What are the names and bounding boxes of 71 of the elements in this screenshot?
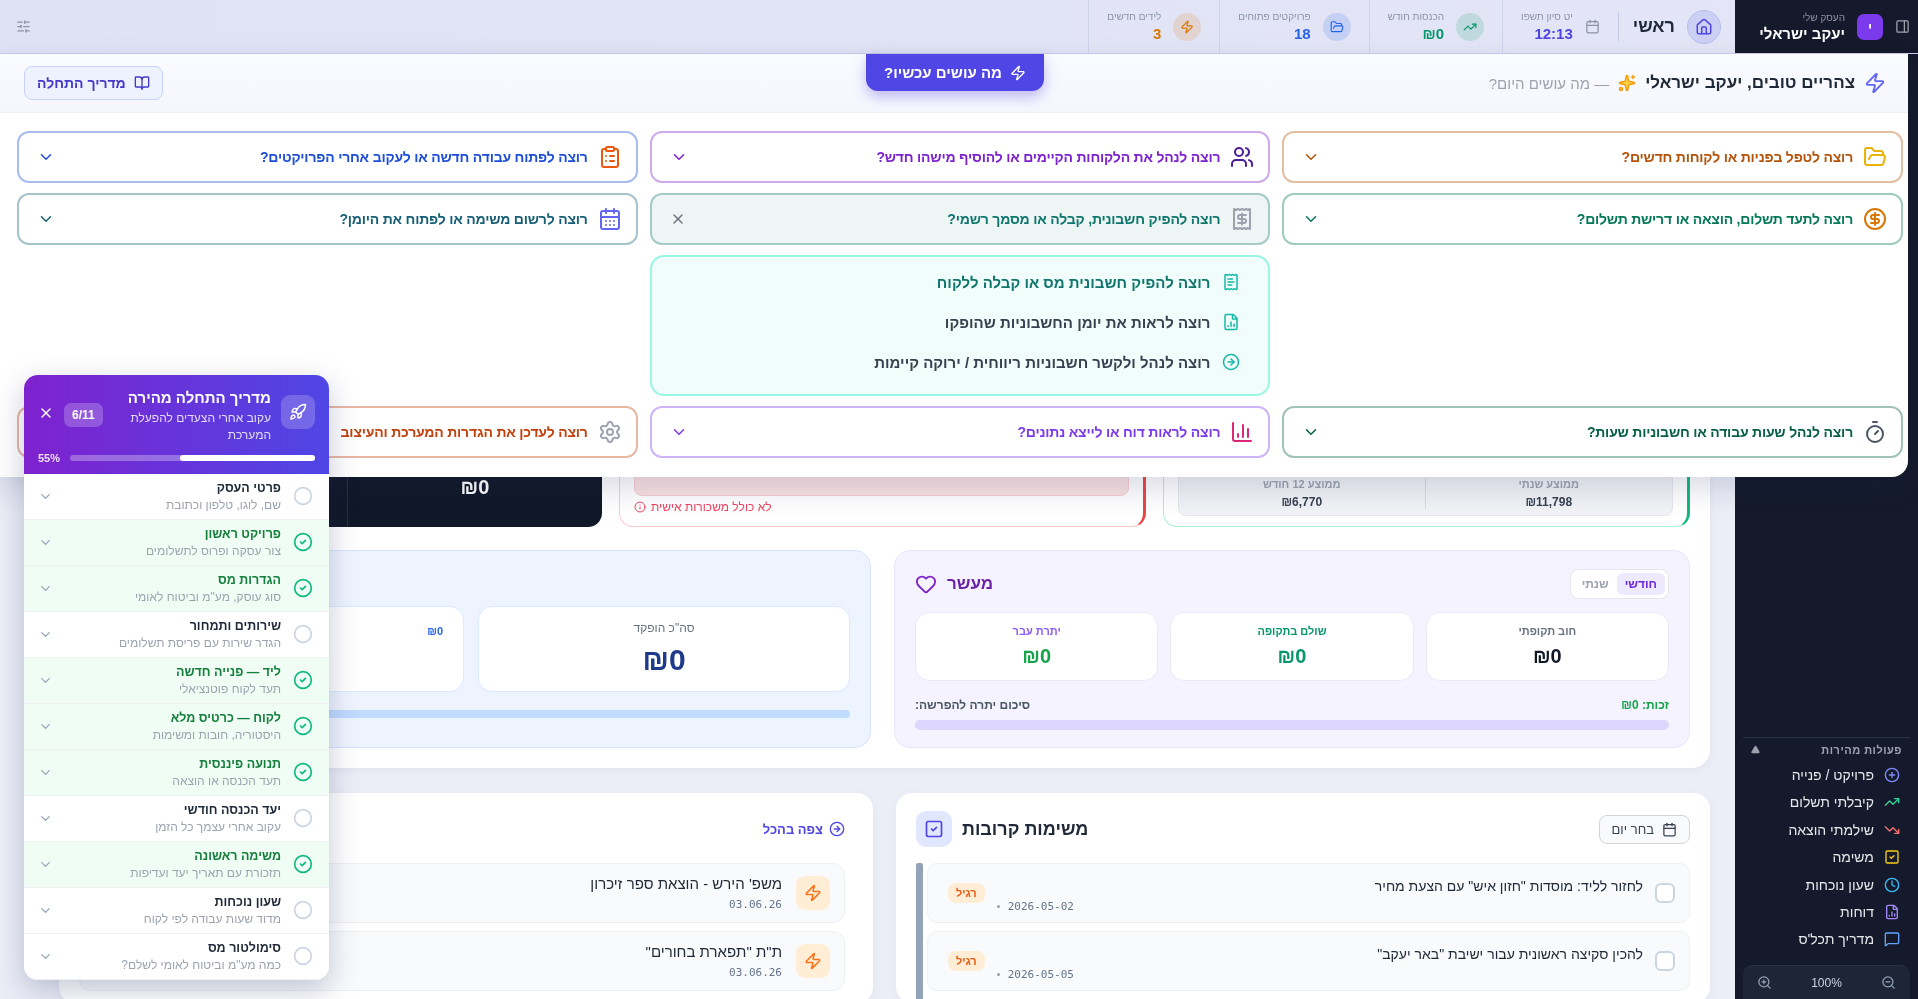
average-label: ממוצע שנתי	[1518, 478, 1580, 490]
step-title: הגדרות מס	[217, 572, 281, 587]
step-title: ליד — פנייה חדשה	[175, 664, 281, 679]
step-subtitle: עקוב אחרי עצמך כל הזמן	[154, 819, 281, 834]
clock-time: 12:13	[1533, 25, 1573, 42]
project-title: משפ' הירש - הוצאת ספר זיכרון	[590, 875, 782, 892]
step-subtitle: הגדר שירות עם פריסת תשלומים	[117, 635, 281, 650]
stat-value: ₪0	[1421, 25, 1445, 42]
priority-tag: רגיל	[948, 883, 985, 903]
step-title: יעד הכנסה חודשי	[182, 802, 281, 817]
guide-title: מדריך התחלה מהירה	[126, 389, 271, 406]
tithe-label: שולם בתקופה	[1257, 625, 1327, 637]
task-title: להכין סקיצה ראשונית עבור ישיבת "באר יעקב"	[1376, 945, 1643, 962]
tithe-value: ₪0	[1277, 645, 1307, 668]
greeting-question: — מה עושים היום?	[1488, 74, 1610, 92]
panel-title: משימות קרובות	[962, 818, 1089, 840]
priority-tag: רגיל	[948, 951, 985, 971]
progress-percent: 55%	[38, 451, 61, 464]
credit-text: זכות: ₪0	[1621, 698, 1669, 712]
summary-text: סיכום יתרה להפרשה:	[915, 698, 1031, 712]
guide-subtitle: עקוב אחרי הצעדים להפעלת המערכת	[129, 410, 271, 444]
average-value: ₪11,798	[1525, 495, 1573, 509]
average-label: ממוצע 12 חודש	[1263, 478, 1341, 490]
average-value: ₪6,770	[1281, 495, 1323, 509]
step-subtitle: סוג עוסק, מע"מ וביטוח לאומי	[133, 589, 281, 604]
stat-value: 3	[1151, 25, 1162, 42]
task-title: לחזור לליד: מוסדות "חזון איש" עם הצעת מחיר	[1373, 877, 1643, 894]
step-title: תנועה פיננסית	[198, 756, 281, 771]
step-subtitle: תעד הכנסה או הוצאה	[171, 773, 281, 788]
project-date: 03.06.26	[729, 966, 782, 979]
tithe-value: ₪0	[1022, 645, 1052, 668]
note-text: לא כולל משכורות אישית	[651, 500, 772, 514]
stat-label: פרויקטים פתוחים	[1238, 11, 1311, 22]
step-title: שעון נוכחות	[213, 894, 281, 909]
step-subtitle: שם, לוגו, טלפון וכתובת	[164, 497, 281, 512]
date-label: יט סיון תשפו	[1521, 11, 1573, 22]
step-title: לקוח — כרטיס מלא	[169, 710, 281, 725]
project-title: ת"ת "תפארת בחורים"	[645, 943, 782, 960]
tithe-value: ₪0	[1532, 645, 1562, 668]
deposit-value: ₪0	[642, 643, 686, 677]
step-title: שירותים ותמחור	[188, 618, 281, 633]
greeting-text: צהריים טובים, יעקב ישראלי	[1645, 73, 1855, 93]
business-label: העסק שלי	[1801, 11, 1845, 23]
step-subtitle: מדוד שעות עבודה לפי לקוח	[142, 911, 281, 926]
step-title: פרויקט ראשון	[203, 526, 281, 541]
step-subtitle: תעד לקוח פוטנציאלי	[177, 681, 281, 696]
avatar: י	[1857, 13, 1883, 40]
step-subtitle: צור עסקה ופרוס לתשלומים	[144, 543, 281, 558]
stat-label: לידים חדשים	[1107, 11, 1162, 22]
deposit-value: ₪0	[427, 625, 443, 637]
step-title: פרטי העסק	[215, 480, 281, 495]
task-date: 2026-05-02	[1007, 899, 1074, 913]
step-count: 6/11	[64, 403, 103, 427]
step-subtitle: כמה מע"מ וביטוח לאומי לשלם?	[120, 957, 281, 972]
deposit-label: סה"כ הופקד	[633, 621, 695, 635]
section-title: פעולות מהירות	[1821, 743, 1902, 756]
page-title: ראשי	[1632, 16, 1675, 37]
summary-value: ₪0	[460, 476, 490, 500]
tithe-label: חוב תקופתי	[1518, 625, 1577, 637]
stat-value: 18	[1293, 25, 1311, 42]
step-title: סימולטור מס	[206, 940, 281, 955]
step-subtitle: תזכורת עם תאריך יעד ועדיפות	[129, 865, 281, 880]
task-date: 2026-05-05	[1007, 967, 1074, 981]
project-date: 03.06.26	[729, 898, 782, 911]
zoom-level: 100%	[1811, 975, 1842, 990]
step-title: משימה ראשונה	[193, 848, 281, 863]
tithe-label: יתרת עבר	[1012, 625, 1061, 637]
panel-title: מעשר	[947, 574, 994, 594]
business-name: יעקב ישראלי	[1759, 24, 1845, 42]
stat-label: הכנסות חודש	[1387, 11, 1445, 22]
step-subtitle: היסטוריה, חובות ומשימות	[151, 727, 281, 742]
